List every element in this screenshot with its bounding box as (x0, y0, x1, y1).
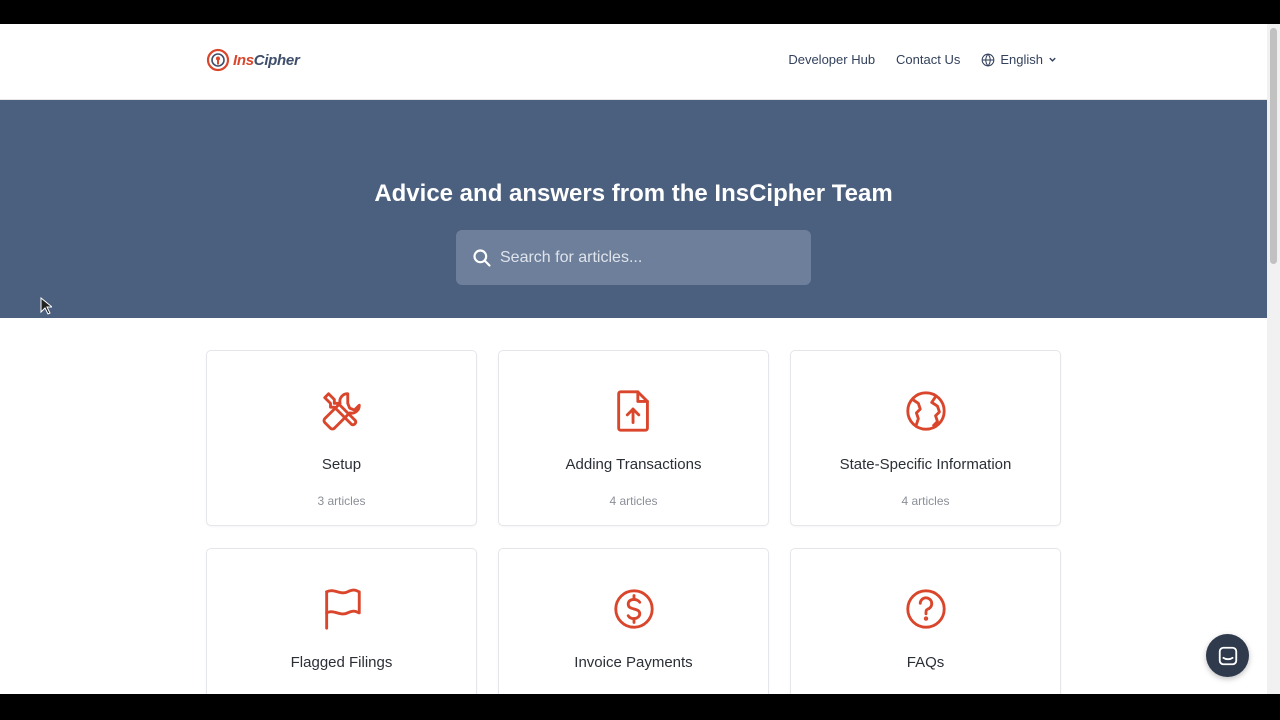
letterbox-top (0, 0, 1280, 24)
collection-title: Flagged Filings (290, 654, 393, 671)
collection-count: 4 articles (901, 494, 950, 508)
search-icon (473, 248, 491, 267)
collection-title: Invoice Payments (574, 654, 693, 671)
flag-icon (324, 588, 361, 630)
collections-grid: Setup 3 articles Adding Transactions 4 a… (206, 350, 1061, 694)
tools-icon (322, 392, 361, 431)
logo-prefix: Ins (233, 51, 254, 69)
logo-suffix: Cipher (253, 51, 300, 69)
letterbox-bottom (0, 694, 1280, 720)
chat-icon (1218, 646, 1237, 665)
globe-icon (905, 391, 946, 431)
dollar-icon (613, 589, 654, 629)
logo-wordmark: InsCipher (233, 52, 300, 69)
collection-card-faqs[interactable]: FAQs (790, 548, 1061, 694)
mouse-cursor-icon (40, 297, 52, 315)
language-label: English (1000, 52, 1043, 67)
scrollbar-thumb[interactable] (1270, 28, 1277, 264)
search-input[interactable] (500, 248, 790, 267)
collection-card-setup[interactable]: Setup 3 articles (206, 350, 477, 526)
contact-us-link[interactable]: Contact Us (896, 52, 960, 67)
chat-launcher-button[interactable] (1206, 634, 1249, 677)
collection-card-adding-transactions[interactable]: Adding Transactions 4 articles (498, 350, 769, 526)
page-scrollbar[interactable] (1267, 24, 1280, 694)
language-selector[interactable]: English (981, 52, 1057, 67)
collection-title: State-Specific Information (839, 456, 1012, 473)
hero-banner: Advice and answers from the InsCipher Te… (0, 100, 1267, 318)
collection-card-state-specific[interactable]: State-Specific Information 4 articles (790, 350, 1061, 526)
collection-title: Setup (321, 456, 362, 473)
collection-count: 4 articles (609, 494, 658, 508)
hero-title: Advice and answers from the InsCipher Te… (374, 180, 893, 207)
question-icon (905, 589, 946, 629)
file-upload-icon (616, 390, 649, 432)
inscipher-logo[interactable]: InsCipher (206, 48, 300, 72)
collection-card-invoice-payments[interactable]: Invoice Payments (498, 548, 769, 694)
logo-mark-icon (206, 48, 230, 72)
collection-card-flagged-filings[interactable]: Flagged Filings (206, 548, 477, 694)
collection-title: Adding Transactions (565, 456, 702, 473)
browser-viewport: InsCipher Developer Hub Contact Us Engli… (0, 24, 1280, 694)
globe-icon (982, 52, 995, 67)
search-box[interactable] (456, 230, 811, 285)
collection-count: 3 articles (317, 494, 366, 508)
chevron-down-icon (1049, 57, 1056, 62)
site-header: InsCipher Developer Hub Contact Us Engli… (0, 24, 1267, 100)
top-nav: Developer Hub Contact Us English (788, 52, 1057, 67)
developer-hub-link[interactable]: Developer Hub (788, 52, 875, 67)
collection-title: FAQs (906, 654, 945, 671)
